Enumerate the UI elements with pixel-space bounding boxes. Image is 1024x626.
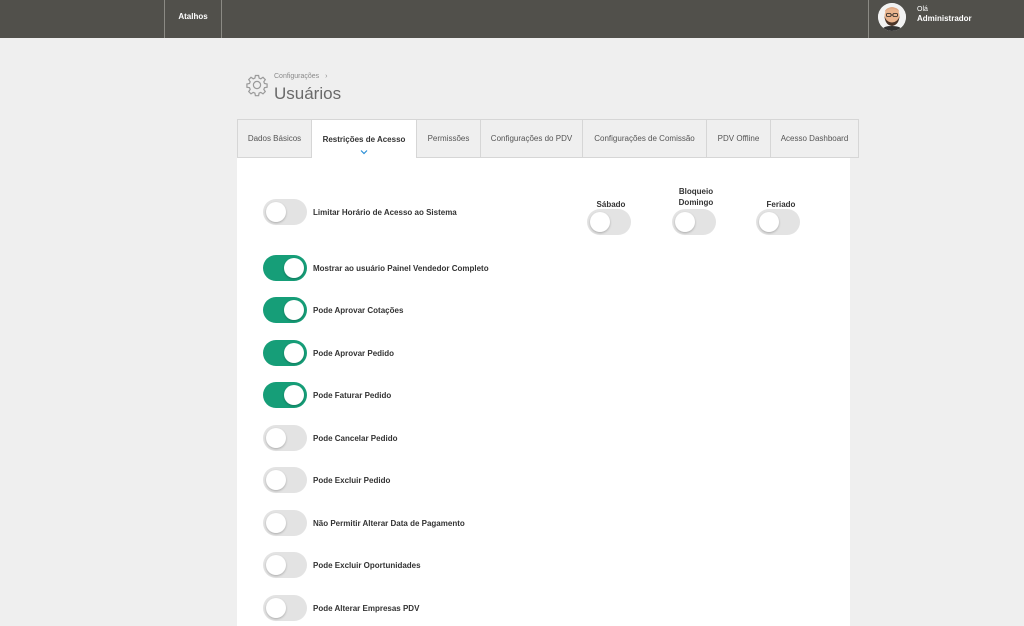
tab-bar: Dados Básicos Restrições de Acesso Permi… xyxy=(237,119,859,158)
user-name: Administrador xyxy=(917,14,972,23)
top-bar: Atalhos Olá Administrador xyxy=(0,0,1024,38)
toggle-delete-order[interactable] xyxy=(263,467,307,493)
toggle-block-sunday[interactable] xyxy=(672,209,716,235)
avatar-image xyxy=(878,3,906,31)
label-change-pdv-companies: Pode Alterar Empresas PDV xyxy=(313,604,420,613)
tab-label: Configurações de Comissão xyxy=(594,134,695,143)
label-cancel-order: Pode Cancelar Pedido xyxy=(313,434,398,443)
toggle-cancel-order[interactable] xyxy=(263,425,307,451)
toggle-knob xyxy=(266,428,286,448)
tab-restricoes-de-acesso[interactable]: Restrições de Acesso xyxy=(312,119,417,158)
breadcrumb-parent[interactable]: Configurações xyxy=(274,73,319,80)
toggle-knob xyxy=(266,555,286,575)
shortcuts-label: Atalhos xyxy=(178,11,208,21)
shortcuts-button[interactable]: Atalhos xyxy=(164,0,222,38)
tab-permissoes[interactable]: Permissões xyxy=(417,119,481,158)
restrictions-panel: Limitar Horário de Acesso ao Sistema Sáb… xyxy=(237,158,850,626)
tab-label: PDV Offline xyxy=(717,134,760,143)
label-invoice-order: Pode Faturar Pedido xyxy=(313,391,392,400)
toggle-show-full-seller-panel[interactable] xyxy=(263,255,307,281)
toggle-invoice-order[interactable] xyxy=(263,382,307,408)
label-show-full-seller-panel: Mostrar ao usuário Painel Vendedor Compl… xyxy=(313,264,489,273)
tab-pdv-offline[interactable]: PDV Offline xyxy=(707,119,771,158)
toggle-knob xyxy=(284,300,304,320)
chevron-down-icon xyxy=(360,150,368,155)
breadcrumb: Configurações › xyxy=(274,73,327,80)
label-block-sunday: Bloqueio Domingo xyxy=(678,187,714,207)
label-limit-access-time: Limitar Horário de Acesso ao Sistema xyxy=(313,208,457,217)
user-menu[interactable]: Olá Administrador xyxy=(868,0,1024,38)
tab-label: Restrições de Acesso xyxy=(322,134,406,144)
label-approve-quotes: Pode Aprovar Cotações xyxy=(313,306,404,315)
toggle-knob xyxy=(590,212,610,232)
toggle-saturday[interactable] xyxy=(587,209,631,235)
tab-label: Permissões xyxy=(427,134,470,143)
tab-configuracoes-comissao[interactable]: Configurações de Comissão xyxy=(583,119,707,158)
tab-acesso-dashboard[interactable]: Acesso Dashboard xyxy=(771,119,859,158)
tab-configuracoes-pdv[interactable]: Configurações do PDV xyxy=(481,119,583,158)
toggle-knob xyxy=(266,470,286,490)
avatar[interactable] xyxy=(878,3,906,31)
tab-label: Configurações do PDV xyxy=(490,134,573,143)
gear-icon xyxy=(246,74,268,97)
label-approve-order: Pode Aprovar Pedido xyxy=(313,349,395,358)
tab-label: Acesso Dashboard xyxy=(780,134,849,143)
label-delete-order: Pode Excluir Pedido xyxy=(313,476,391,485)
toggle-approve-order[interactable] xyxy=(263,340,307,366)
toggle-knob xyxy=(284,385,304,405)
label-delete-opportunities: Pode Excluir Oportunidades xyxy=(313,561,421,570)
toggle-holiday[interactable] xyxy=(756,209,800,235)
toggle-knob xyxy=(266,598,286,618)
label-block-change-payment-date: Não Permitir Alterar Data de Pagamento xyxy=(313,519,465,528)
toggle-knob xyxy=(284,343,304,363)
toggle-knob xyxy=(284,258,304,278)
toggle-limit-access-time[interactable] xyxy=(263,199,307,225)
toggle-change-pdv-companies[interactable] xyxy=(263,595,307,621)
tab-label: Dados Básicos xyxy=(247,134,302,143)
toggle-block-change-payment-date[interactable] xyxy=(263,510,307,536)
page-title: Usuários xyxy=(274,84,342,103)
toggle-approve-quotes[interactable] xyxy=(263,297,307,323)
tab-dados-basicos[interactable]: Dados Básicos xyxy=(237,119,312,158)
toggle-knob xyxy=(266,513,286,533)
toggle-knob xyxy=(759,212,779,232)
greeting-text: Olá xyxy=(917,6,928,13)
toggle-knob xyxy=(675,212,695,232)
breadcrumb-separator: › xyxy=(325,73,328,80)
toggle-knob xyxy=(266,202,286,222)
toggle-delete-opportunities[interactable] xyxy=(263,552,307,578)
